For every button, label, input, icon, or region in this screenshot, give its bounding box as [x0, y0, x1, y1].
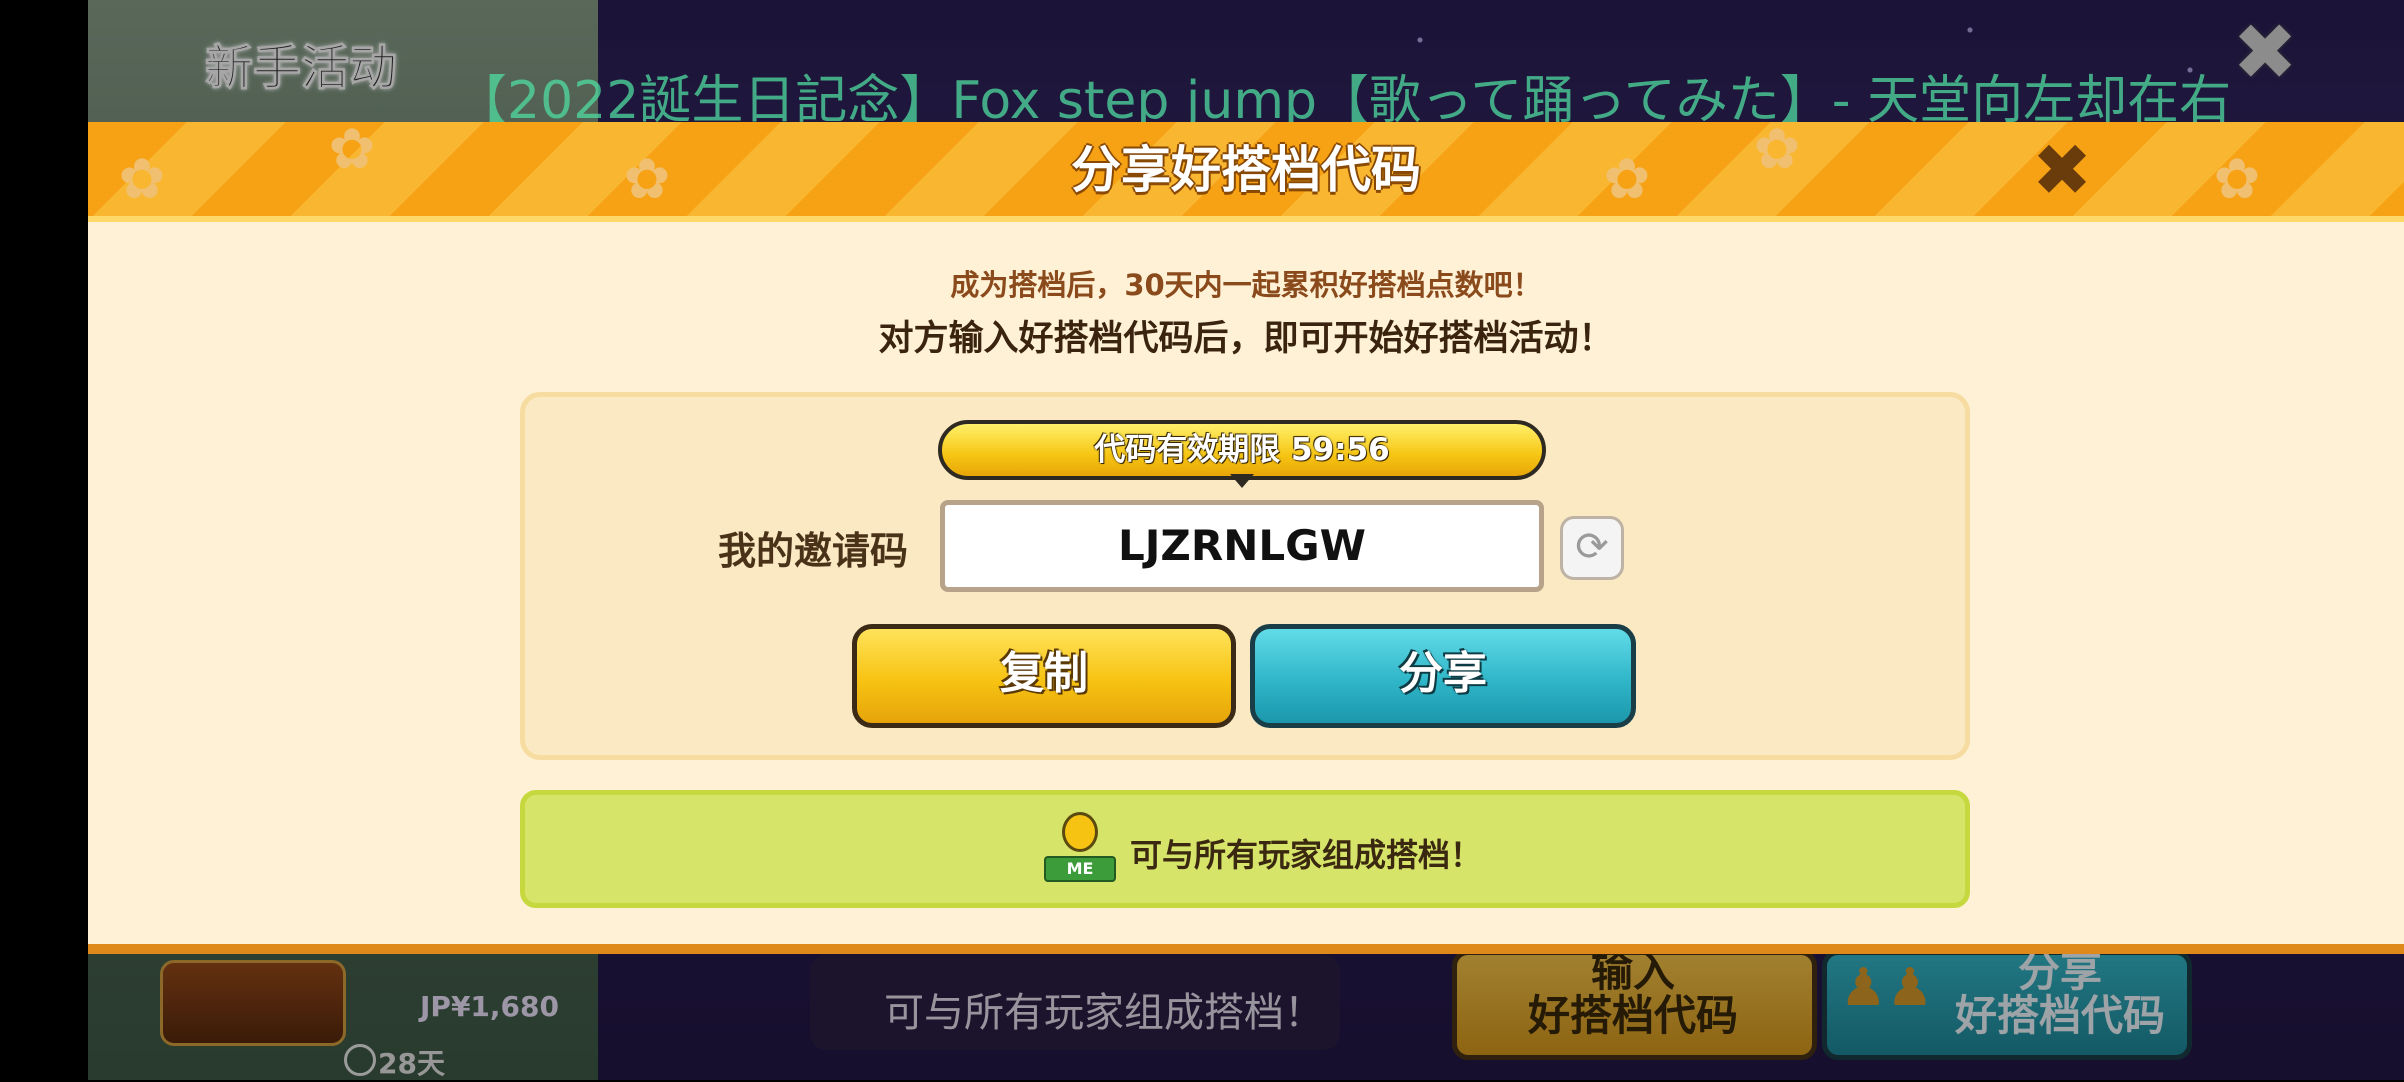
invite-code-label: 我的邀请码	[718, 529, 909, 573]
modal-close-icon[interactable]: ✖	[2030, 134, 2094, 206]
description-line-2: 对方输入好搭档代码后，即可开始好搭档活动！	[878, 319, 1614, 359]
description-line-1: 成为搭档后，30天内一起累积好搭档点数吧！	[950, 268, 1542, 302]
share-button[interactable]: 分享	[1250, 624, 1636, 728]
invite-code-field[interactable]: LJZRNLGW	[940, 500, 1544, 592]
all-players-banner-text: 可与所有玩家组成搭档！	[1130, 836, 1483, 874]
character-head	[1062, 812, 1098, 852]
me-character-icon: ME	[1040, 812, 1120, 888]
copy-button[interactable]: 复制	[852, 624, 1236, 728]
timer-pointer	[1230, 474, 1254, 488]
me-badge: ME	[1044, 856, 1116, 882]
refresh-icon[interactable]: ⟳	[1560, 516, 1624, 580]
code-expiry-timer: 代码有效期限 59:56	[938, 420, 1546, 480]
left-black-bar	[0, 0, 88, 1080]
